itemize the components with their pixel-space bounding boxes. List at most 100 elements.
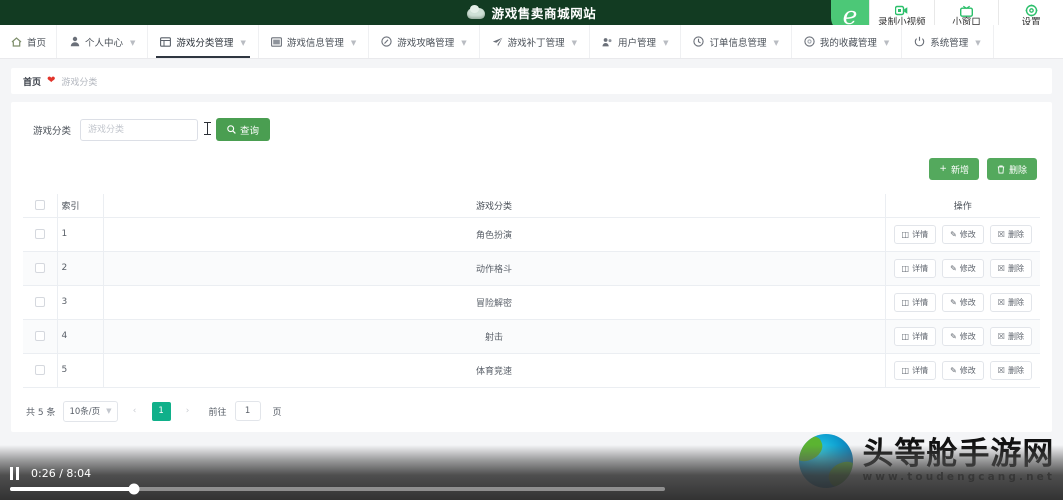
chevron-down-icon: ▼ [461,38,467,47]
edit-button-label: 修改 [959,263,976,273]
nav-item-game-category-label: 游戏分类管理 [176,37,234,49]
main-navigation: 首页 个人中心 ▼ 游戏分类管理 ▼ 游戏信息管理 ▼ 游戏攻略管理 ▼ 游戏补… [0,25,1063,59]
detail-button[interactable]: ◫ 详情 [893,292,937,312]
row-checkbox[interactable] [34,262,45,273]
clock-icon [693,36,705,47]
table-row: 4 射击 ◫ 详情 ✎ 修改 ☒ 删除 [23,319,1040,354]
page-number-1[interactable]: 1 [151,401,171,421]
row-category: 射击 [102,319,885,354]
nav-item-my-favorites[interactable]: 我的收藏管理 ▼ [792,25,903,58]
edit-button[interactable]: ✎ 修改 [942,360,984,380]
delete-button[interactable]: 删除 [986,158,1037,180]
chevron-down-icon: ▼ [350,38,357,47]
row-delete-button[interactable]: ☒ 删除 [989,326,1032,346]
nav-item-personal-center[interactable]: 个人中心 ▼ [57,25,149,58]
breadcrumb-home[interactable]: 首页 [23,75,41,88]
row-checkbox[interactable] [34,228,45,239]
row-select-cell[interactable] [23,285,57,320]
detail-button[interactable]: ◫ 详情 [893,224,937,244]
row-category: 动作格斗 [102,251,885,286]
table-head: 索引 游戏分类 操作 [23,194,1040,218]
edge-e-icon: e [842,0,858,30]
row-checkbox[interactable] [34,296,45,307]
row-delete-button-label: 删除 [1007,263,1024,273]
detail-button-label: 详情 [912,263,929,273]
doc-icon: ◫ [901,365,910,375]
row-delete-button[interactable]: ☒ 删除 [989,224,1032,244]
table-row: 2 动作格斗 ◫ 详情 ✎ 修改 ☒ 删除 [23,251,1040,286]
content-card: 游戏分类 查询 + 新增 [11,102,1052,432]
edit-button[interactable]: ✎ 修改 [942,224,984,244]
edit-button[interactable]: ✎ 修改 [942,292,984,312]
detail-button[interactable]: ◫ 详情 [893,360,937,380]
edit-button[interactable]: ✎ 修改 [942,258,984,278]
row-index: 3 [56,285,103,320]
search-form: 游戏分类 查询 [23,114,1040,141]
row-select-cell[interactable] [23,217,57,252]
add-button[interactable]: + 新增 [929,158,979,180]
row-delete-button[interactable]: ☒ 删除 [989,360,1032,380]
nav-item-user-management[interactable]: 用户管理 ▼ [590,25,682,58]
video-progress-bar[interactable] [10,483,665,495]
table-row: 3 冒险解密 ◫ 详情 ✎ 修改 ☒ 删除 [23,285,1040,320]
video-progress-handle[interactable] [128,483,140,495]
row-select-cell[interactable] [23,251,57,286]
pencil-icon: ✎ [950,297,957,307]
breadcrumb: 首页 ❤ 游戏分类 [11,68,1052,94]
nav-item-home[interactable]: 首页 [0,25,58,58]
edit-button-label: 修改 [959,331,976,341]
select-all-header[interactable] [23,194,57,218]
table-actions: + 新增 删除 [23,158,1040,180]
detail-button[interactable]: ◫ 详情 [893,258,937,278]
nav-item-system-management[interactable]: 系统管理 ▼ [902,25,994,58]
detail-button-label: 详情 [912,365,929,375]
trash-icon: ☒ [997,365,1005,375]
detail-button[interactable]: ◫ 详情 [893,326,937,346]
nav-item-order-info-label: 订单信息管理 [709,37,767,49]
nav-item-game-patch[interactable]: 游戏补丁管理 ▼ [480,25,591,58]
trash-icon: ☒ [997,229,1005,239]
edit-button[interactable]: ✎ 修改 [942,326,984,346]
window-icon [270,36,282,47]
nav-item-game-info[interactable]: 游戏信息管理 ▼ [259,25,370,58]
row-category: 角色扮演 [102,217,885,252]
edit-button-label: 修改 [959,365,976,375]
row-delete-button-label: 删除 [1007,331,1024,341]
next-page-button[interactable]: › [179,402,197,421]
nav-item-system-management-label: 系统管理 [930,37,969,49]
delete-button-label: 删除 [1008,165,1027,176]
edit-button-label: 修改 [959,297,976,307]
nav-item-home-label: 首页 [27,37,47,49]
nav-item-game-category[interactable]: 游戏分类管理 ▼ [148,25,259,58]
detail-button-label: 详情 [912,331,929,341]
row-select-cell[interactable] [23,353,57,388]
goto-page-input[interactable] [234,401,261,421]
nav-item-game-guide[interactable]: 游戏攻略管理 ▼ [369,25,480,58]
video-progress-fill [10,487,135,491]
heart-icon: ❤ [47,75,56,86]
detail-button-label: 详情 [912,297,929,307]
chevron-down-icon: ▼ [240,38,246,47]
row-operations: ◫ 详情 ✎ 修改 ☒ 删除 [884,251,1040,286]
breadcrumb-current: 游戏分类 [61,77,98,88]
doc-icon: ◫ [901,229,910,239]
detail-button-label: 详情 [912,229,929,239]
search-icon [227,125,236,134]
doc-icon: ◫ [901,263,910,273]
select-all-checkbox[interactable] [34,200,45,210]
nav-item-order-info[interactable]: 订单信息管理 ▼ [681,25,792,58]
chevron-down-icon: ▼ [106,407,112,415]
row-checkbox[interactable] [34,364,45,375]
row-delete-button[interactable]: ☒ 删除 [989,292,1032,312]
row-category: 冒险解密 [102,285,885,320]
prev-page-button[interactable]: ‹ [126,402,144,421]
grid-icon [160,36,172,47]
row-select-cell[interactable] [23,319,57,354]
row-delete-button[interactable]: ☒ 删除 [989,258,1032,278]
search-button[interactable]: 查询 [216,118,271,141]
row-checkbox[interactable] [34,330,45,341]
header-index: 索引 [56,194,103,218]
pause-icon[interactable] [10,466,19,480]
search-input[interactable] [80,118,199,141]
page-size-select[interactable]: 10条/页 ▼ [63,400,118,422]
